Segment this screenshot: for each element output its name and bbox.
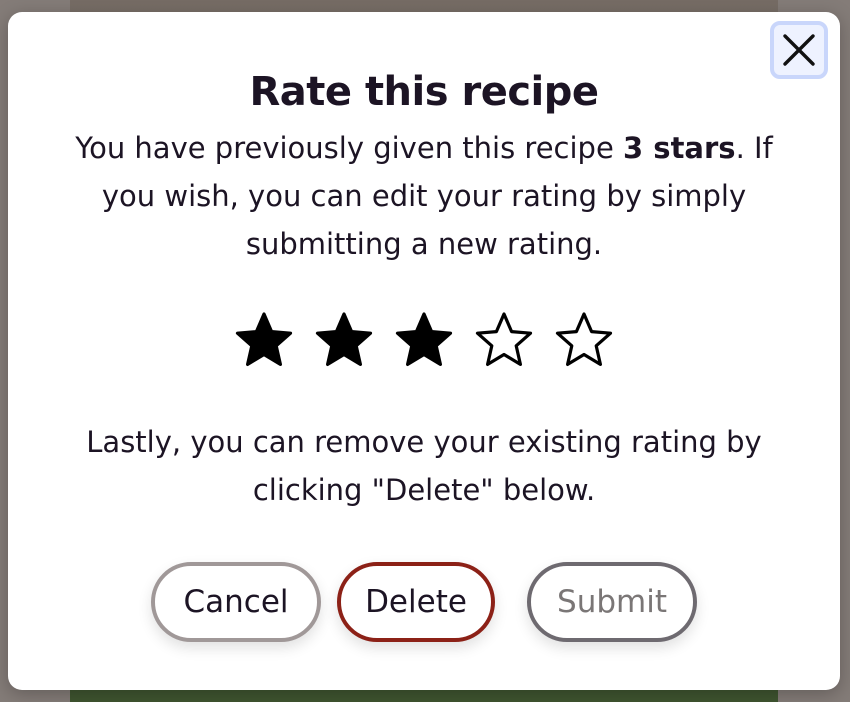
star-filled-icon xyxy=(235,312,293,367)
modal-title: Rate this recipe xyxy=(249,69,599,115)
intro-text-part1: You have previously given this recipe xyxy=(75,131,624,165)
star-4[interactable] xyxy=(474,310,534,370)
star-rating xyxy=(8,310,840,370)
star-filled-icon xyxy=(315,312,373,367)
rating-intro-text: You have previously given this recipe 3 … xyxy=(48,124,800,268)
star-1[interactable] xyxy=(234,310,294,370)
star-5[interactable] xyxy=(554,310,614,370)
delete-button[interactable]: Delete xyxy=(337,562,495,642)
star-filled-icon xyxy=(395,312,453,367)
star-outline-icon xyxy=(475,312,533,367)
delete-note-text: Lastly, you can remove your existing rat… xyxy=(86,425,762,507)
submit-button[interactable]: Submit xyxy=(527,562,697,642)
star-outline-icon xyxy=(555,312,613,367)
star-2[interactable] xyxy=(314,310,374,370)
cancel-button[interactable]: Cancel xyxy=(151,562,321,642)
previous-rating-value: 3 stars xyxy=(623,131,736,165)
background-strip xyxy=(70,690,778,702)
star-3[interactable] xyxy=(394,310,454,370)
